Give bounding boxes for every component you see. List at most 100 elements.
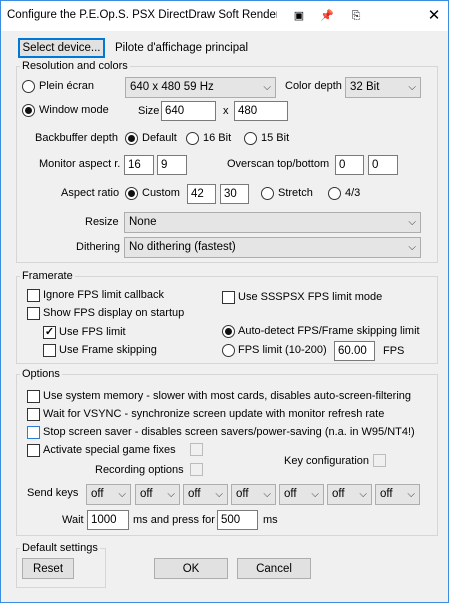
dithering-select[interactable]: No dithering (fastest) ⌵ <box>124 237 421 258</box>
recording-options-box[interactable] <box>190 463 203 476</box>
chevron-down-icon: ⌵ <box>408 217 416 228</box>
system-memory-checkbox[interactable] <box>27 390 40 403</box>
height-input[interactable]: 480 <box>234 101 288 121</box>
ar-custom-radio[interactable] <box>125 187 138 200</box>
ar-custom-w-input[interactable]: 42 <box>187 184 216 204</box>
select-device-button[interactable]: Select device... <box>18 38 105 58</box>
reset-button[interactable]: Reset <box>22 558 74 579</box>
send-key-select-4[interactable]: off ⌵ <box>231 484 276 505</box>
options-group-label: Options <box>20 368 62 380</box>
ar-custom-label: Custom <box>142 187 180 199</box>
use-frame-skip-checkbox[interactable] <box>43 344 56 357</box>
overscan-top-input[interactable]: 0 <box>335 155 364 175</box>
send-key-select-2[interactable]: off ⌵ <box>135 484 180 505</box>
fps-unit-label: FPS <box>383 345 405 357</box>
dithering-label: Dithering <box>76 241 121 253</box>
send-key-select-7[interactable]: off ⌵ <box>375 484 420 505</box>
send-key-select-3[interactable]: off ⌵ <box>183 484 228 505</box>
special-fixes-checkbox[interactable] <box>27 444 40 457</box>
chevron-down-icon: ⌵ <box>408 242 416 253</box>
bb-15-label: 15 Bit <box>261 132 290 144</box>
use-frame-skip-label: Use Frame skipping <box>59 344 157 356</box>
device-name: Pilote d'affichage principal <box>115 42 249 54</box>
window-title: Configure the P.E.Op.S. PSX DirectDraw S… <box>7 9 277 21</box>
auto-detect-label: Auto-detect FPS/Frame skipping limit <box>238 325 420 337</box>
auto-detect-radio[interactable] <box>222 325 235 338</box>
chevron-down-icon: ⌵ <box>407 489 415 500</box>
bb-default-label: Default <box>142 132 177 144</box>
color-depth-select[interactable]: 32 Bit ⌵ <box>345 77 421 98</box>
ar-custom-h-input[interactable]: 30 <box>220 184 249 204</box>
clipboard-icon[interactable]: ⎘ <box>348 8 364 24</box>
ar-43-radio[interactable] <box>328 187 341 200</box>
monitor-aspect-h-input[interactable]: 9 <box>157 155 187 175</box>
wait-input[interactable]: 1000 <box>87 510 129 530</box>
fps-limit-radio[interactable] <box>222 344 235 357</box>
send-key-select-6[interactable]: off ⌵ <box>327 484 372 505</box>
fps-limit-label: FPS limit (10-200) <box>238 344 327 356</box>
chevron-down-icon: ⌵ <box>167 489 175 500</box>
fullscreen-mode-select[interactable]: 640 x 480 59 Hz ⌵ <box>125 77 276 98</box>
send-key-select-5[interactable]: off ⌵ <box>279 484 324 505</box>
use-fps-limit-checkbox[interactable]: ✓ <box>43 326 56 339</box>
key-config-label: Key configuration <box>284 455 369 467</box>
ar-stretch-radio[interactable] <box>261 187 274 200</box>
pin-icon[interactable]: 📌 <box>319 8 335 24</box>
recording-label: Recording options <box>95 464 184 476</box>
vsync-checkbox[interactable] <box>27 408 40 421</box>
press-label: ms and press for <box>133 514 215 526</box>
overscan-label: Overscan top/bottom <box>227 158 330 170</box>
close-icon[interactable]: ✕ <box>426 8 442 24</box>
show-fps-label: Show FPS display on startup <box>43 307 185 319</box>
chevron-down-icon: ⌵ <box>215 489 223 500</box>
use-ssspsx-checkbox[interactable] <box>222 291 235 304</box>
title-bar: Configure the P.E.Op.S. PSX DirectDraw S… <box>1 1 448 31</box>
monitor-aspect-w-input[interactable]: 16 <box>124 155 154 175</box>
window-mode-label: Window mode <box>39 104 109 116</box>
use-ssspsx-label: Use SSSPSX FPS limit mode <box>238 291 383 303</box>
bb-15-radio[interactable] <box>244 132 257 145</box>
special-fixes-config-box[interactable] <box>190 443 203 456</box>
window-menu-icon[interactable]: ▣ <box>291 8 307 24</box>
fullscreen-radio[interactable] <box>22 80 35 93</box>
bb-default-radio[interactable] <box>125 132 138 145</box>
window-mode-radio[interactable] <box>22 104 35 117</box>
resize-select[interactable]: None ⌵ <box>124 212 421 233</box>
screensaver-checkbox[interactable] <box>27 426 40 439</box>
bb-16-radio[interactable] <box>186 132 199 145</box>
overscan-bottom-input[interactable]: 0 <box>368 155 398 175</box>
send-key-select-1[interactable]: off ⌵ <box>86 484 131 505</box>
show-fps-checkbox[interactable] <box>27 307 40 320</box>
special-fixes-label: Activate special game fixes <box>43 444 176 456</box>
monitor-aspect-label: Monitor aspect r. <box>39 158 121 170</box>
chevron-down-icon: ⌵ <box>118 489 126 500</box>
bb-16-label: 16 Bit <box>203 132 232 144</box>
chevron-down-icon: ⌵ <box>408 82 416 93</box>
wait-label: Wait <box>62 514 84 526</box>
width-input[interactable]: 640 <box>161 101 216 121</box>
ignore-fps-checkbox[interactable] <box>27 289 40 302</box>
default-settings-label: Default settings <box>20 542 100 554</box>
size-x-label: x <box>223 105 229 117</box>
send-keys-label: Send keys <box>27 487 79 499</box>
key-config-box[interactable] <box>373 454 386 467</box>
color-depth-label: Color depth <box>285 80 342 92</box>
framerate-group-label: Framerate <box>20 270 75 282</box>
chevron-down-icon: ⌵ <box>311 489 319 500</box>
ms-label: ms <box>263 514 278 526</box>
ok-button[interactable]: OK <box>154 558 228 579</box>
chevron-down-icon: ⌵ <box>359 489 367 500</box>
fullscreen-label: Plein écran <box>39 80 95 92</box>
fps-value-input[interactable]: 60.00 <box>334 341 375 361</box>
press-input[interactable]: 500 <box>217 510 258 530</box>
ignore-fps-label: Ignore FPS limit callback <box>43 289 165 301</box>
config-dialog: Configure the P.E.Op.S. PSX DirectDraw S… <box>0 0 449 603</box>
use-fps-limit-label: Use FPS limit <box>59 326 126 338</box>
cancel-button[interactable]: Cancel <box>237 558 311 579</box>
system-memory-label: Use system memory - slower with most car… <box>43 390 412 402</box>
resolution-group-label: Resolution and colors <box>20 60 130 72</box>
backbuffer-label: Backbuffer depth <box>35 132 118 144</box>
resize-label: Resize <box>85 216 119 228</box>
screensaver-label: Stop screen saver - disables screen save… <box>43 426 415 438</box>
ar-43-label: 4/3 <box>345 187 361 199</box>
